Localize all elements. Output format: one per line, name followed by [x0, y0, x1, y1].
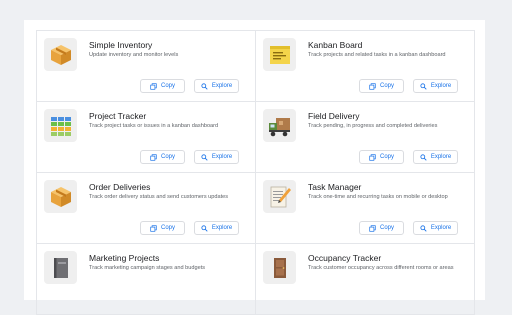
template-description: Track order delivery status and send cus…: [89, 194, 229, 200]
copy-icon: [369, 153, 376, 161]
template-card-order-deliveries[interactable]: Order Deliveries Track order delivery st…: [37, 173, 256, 244]
explore-button[interactable]: Explore: [194, 221, 239, 235]
door-icon: [263, 251, 296, 284]
template-description: Track project tasks or issues in a kanba…: [89, 123, 219, 129]
template-gallery: Simple Inventory Update inventory and mo…: [24, 20, 485, 315]
search-icon: [420, 224, 427, 232]
color-grid-icon: [44, 109, 77, 142]
search-icon: [201, 153, 208, 161]
template-description: Track customer occupancy across differen…: [308, 265, 454, 271]
explore-label: Explore: [211, 83, 233, 89]
sticky-note-icon: [263, 38, 296, 71]
template-description: Track marketing campaign stages and budg…: [89, 265, 206, 271]
template-title: Project Tracker: [89, 111, 147, 121]
copy-icon: [369, 82, 376, 90]
cardboard-box-icon: [44, 180, 77, 213]
copy-button[interactable]: Copy: [359, 79, 404, 93]
search-icon: [201, 224, 208, 232]
copy-label: Copy: [379, 83, 394, 89]
explore-button[interactable]: Explore: [413, 79, 458, 93]
template-title: Field Delivery: [308, 111, 360, 121]
template-title: Kanban Board: [308, 40, 363, 50]
copy-icon: [150, 153, 157, 161]
template-title: Order Deliveries: [89, 182, 151, 192]
template-card-project-tracker[interactable]: Project Tracker Track project tasks or i…: [37, 102, 256, 173]
explore-button[interactable]: Explore: [194, 79, 239, 93]
template-description: Update inventory and monitor levels: [89, 52, 179, 58]
explore-label: Explore: [211, 154, 233, 160]
explore-button[interactable]: Explore: [413, 150, 458, 164]
search-icon: [420, 82, 427, 90]
copy-label: Copy: [379, 154, 394, 160]
explore-button[interactable]: Explore: [194, 150, 239, 164]
template-card-task-manager[interactable]: Task Manager Track one-time and recurrin…: [256, 173, 475, 244]
search-icon: [201, 82, 208, 90]
template-card-occupancy-tracker[interactable]: Occupancy Tracker Track customer occupan…: [256, 244, 475, 315]
copy-icon: [150, 224, 157, 232]
explore-label: Explore: [430, 83, 452, 89]
notepad-pencil-icon: [263, 180, 296, 213]
explore-label: Explore: [211, 225, 233, 231]
template-title: Task Manager: [308, 182, 362, 192]
copy-label: Copy: [160, 154, 175, 160]
explore-button[interactable]: Explore: [413, 221, 458, 235]
template-title: Simple Inventory: [89, 40, 153, 50]
copy-button[interactable]: Copy: [140, 150, 185, 164]
copy-icon: [150, 82, 157, 90]
template-description: Track projects and related tasks in a ka…: [308, 52, 446, 58]
cardboard-box-icon: [44, 38, 77, 71]
copy-button[interactable]: Copy: [140, 221, 185, 235]
copy-label: Copy: [160, 225, 175, 231]
template-title: Occupancy Tracker: [308, 253, 382, 263]
search-icon: [420, 153, 427, 161]
template-description: Track pending, in progress and completed…: [308, 123, 438, 129]
explore-label: Explore: [430, 154, 452, 160]
template-card-kanban-board[interactable]: Kanban Board Track projects and related …: [256, 31, 475, 102]
template-grid: Simple Inventory Update inventory and mo…: [36, 30, 475, 315]
template-title: Marketing Projects: [89, 253, 160, 263]
copy-button[interactable]: Copy: [140, 79, 185, 93]
template-card-field-delivery[interactable]: Field Delivery Track pending, in progres…: [256, 102, 475, 173]
copy-button[interactable]: Copy: [359, 221, 404, 235]
template-description: Track one-time and recurring tasks on mo…: [308, 194, 448, 200]
copy-icon: [369, 224, 376, 232]
template-card-marketing-projects[interactable]: Marketing Projects Track marketing campa…: [37, 244, 256, 315]
template-card-simple-inventory[interactable]: Simple Inventory Update inventory and mo…: [37, 31, 256, 102]
copy-label: Copy: [160, 83, 175, 89]
explore-label: Explore: [430, 225, 452, 231]
notebook-icon: [44, 251, 77, 284]
copy-button[interactable]: Copy: [359, 150, 404, 164]
copy-label: Copy: [379, 225, 394, 231]
delivery-truck-icon: [263, 109, 296, 142]
